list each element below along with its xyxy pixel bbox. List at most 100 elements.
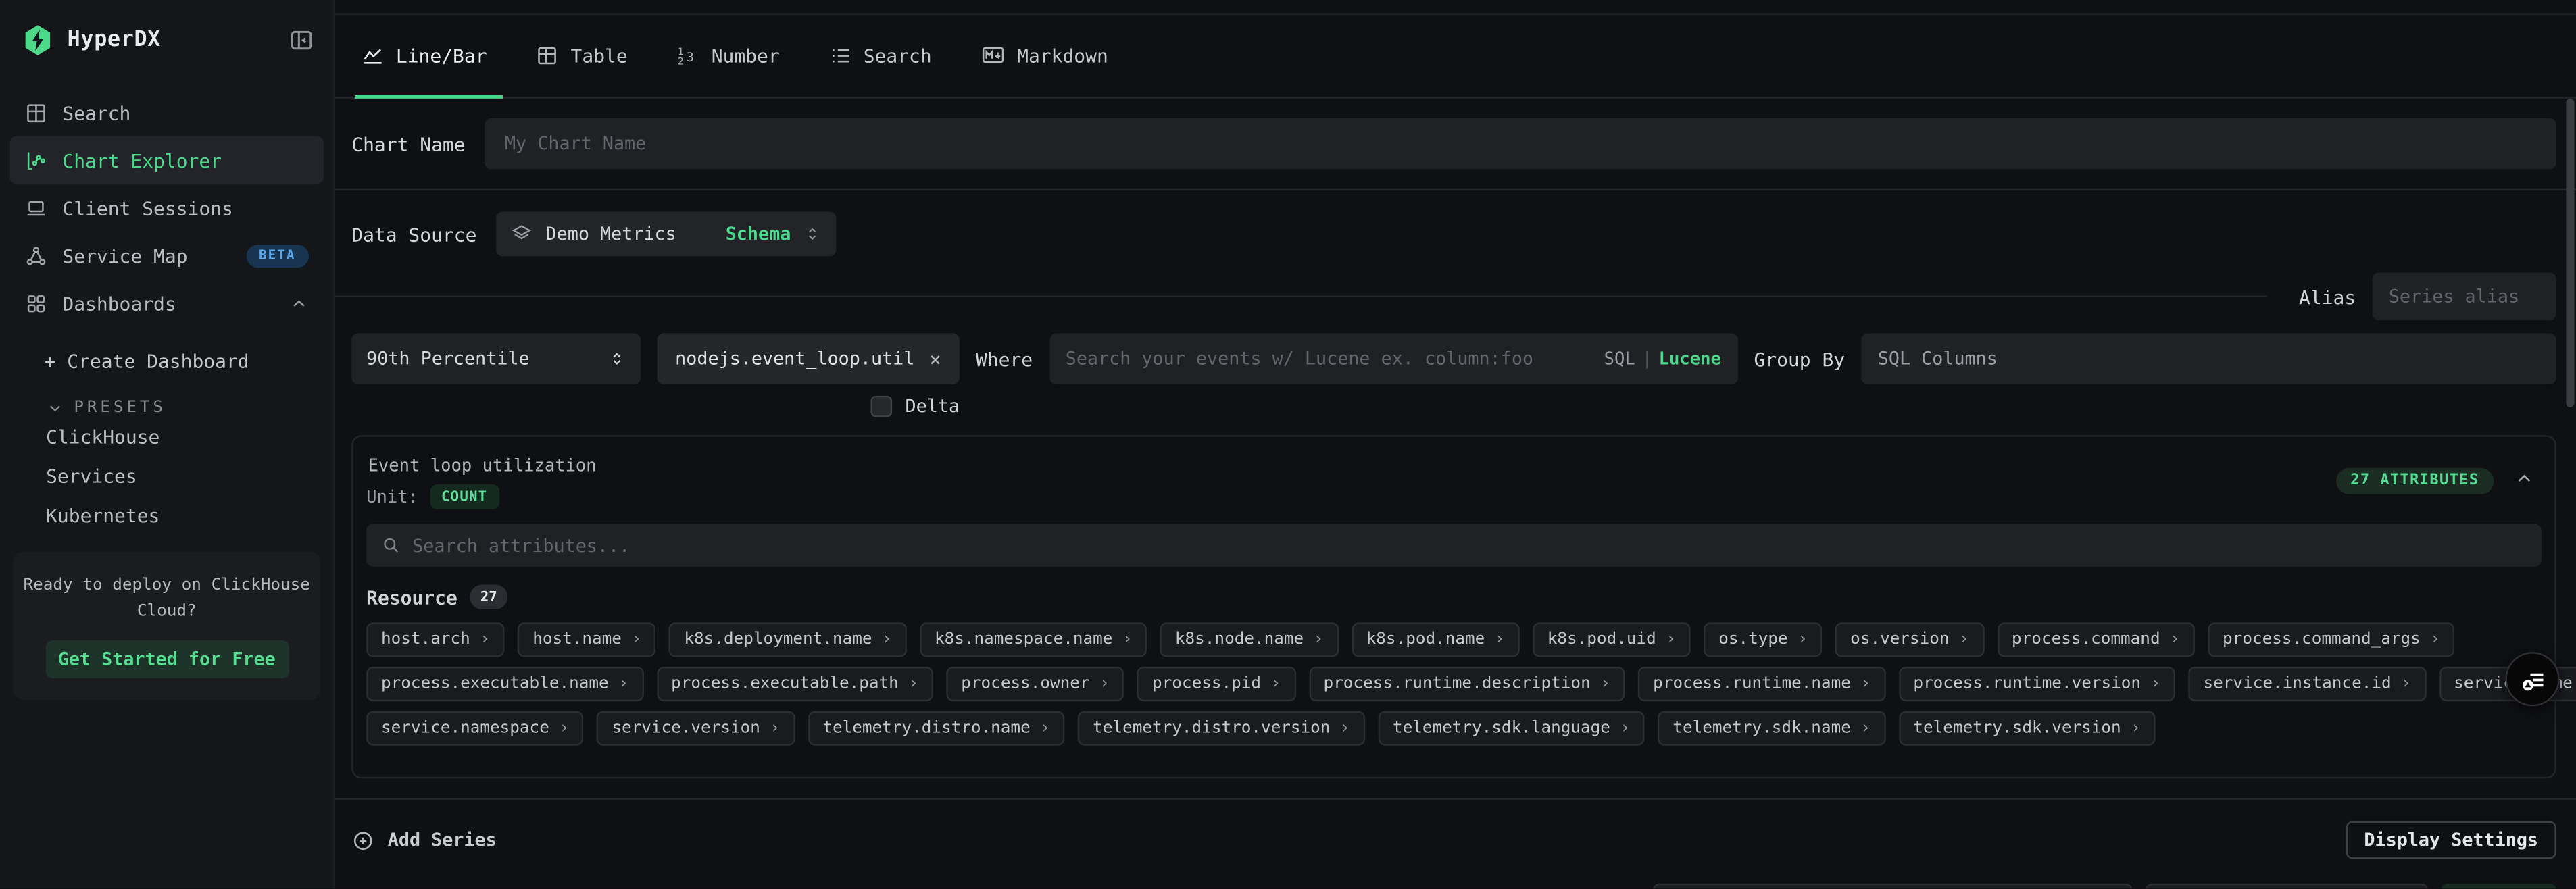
attribute-chip[interactable]: os.version› xyxy=(1835,622,1983,657)
preset-services[interactable]: Services xyxy=(0,457,334,496)
tab-line-bar[interactable]: Line/Bar xyxy=(362,13,487,97)
tab-markdown[interactable]: Markdown xyxy=(981,13,1108,97)
sidebar-item-dashboards[interactable]: Dashboards xyxy=(10,279,324,327)
chart-type-tabs: Line/Bar Table 123 Number Search xyxy=(335,13,2576,98)
app-root: HyperDX Search Chart Explorer xyxy=(0,0,2576,888)
chevron-right-icon: › xyxy=(2401,675,2411,693)
search-nav-icon xyxy=(24,101,47,124)
number-icon: 123 xyxy=(677,43,700,66)
metric-chip[interactable]: nodejs.event_loop.util × xyxy=(657,334,959,384)
presets-header-label: PRESETS xyxy=(74,399,166,417)
tab-number[interactable]: 123 Number xyxy=(677,13,780,97)
attribute-chip[interactable]: process.owner› xyxy=(946,667,1124,701)
attribute-chip[interactable]: k8s.pod.uid› xyxy=(1533,622,1691,657)
sql-toggle[interactable]: SQL xyxy=(1604,349,1635,369)
attribute-chip[interactable]: host.arch› xyxy=(366,622,505,657)
data-source-select[interactable]: Demo Metrics Schema xyxy=(497,212,837,257)
run-button[interactable]: Run xyxy=(2442,884,2556,888)
attribute-chip-row: service.namespace› service.version› teleme… xyxy=(366,711,2542,746)
create-dashboard-button[interactable]: + Create Dashboard xyxy=(0,327,334,373)
attribute-chip[interactable]: telemetry.distro.version› xyxy=(1078,711,1364,746)
chevron-right-icon: › xyxy=(1099,675,1110,693)
sidebar-item-label: Search xyxy=(62,101,130,124)
promo-text: Ready to deploy on ClickHouse Cloud? xyxy=(23,573,310,624)
attribute-chip[interactable]: telemetry.sdk.name› xyxy=(1658,711,1885,746)
sidebar-collapse-icon[interactable] xyxy=(289,27,314,51)
get-started-button[interactable]: Get Started for Free xyxy=(45,640,289,678)
chart-name-input[interactable] xyxy=(485,118,2556,169)
granularity-select[interactable]: Auto Granularity xyxy=(2146,884,2428,888)
attribute-chip[interactable]: telemetry.sdk.language› xyxy=(1378,711,1645,746)
beta-badge: BETA xyxy=(246,244,309,267)
add-series-button[interactable]: Add Series xyxy=(351,828,497,851)
sidebar-item-chart-explorer[interactable]: Chart Explorer xyxy=(10,136,324,184)
attribute-chip[interactable]: telemetry.distro.name › xyxy=(808,711,1064,746)
attribute-chip[interactable]: k8s.pod.name› xyxy=(1352,622,1520,657)
sidebar-item-label: Dashboards xyxy=(62,292,176,315)
tab-table[interactable]: Table xyxy=(536,13,627,97)
attribute-chip[interactable]: os.type› xyxy=(1704,622,1822,657)
alias-input[interactable] xyxy=(2373,273,2556,321)
chevron-right-icon: › xyxy=(1040,719,1050,738)
attribute-chip[interactable]: process.pid› xyxy=(1137,667,1295,701)
attribute-chip[interactable]: process.executable.path› xyxy=(656,667,933,701)
delta-checkbox[interactable] xyxy=(870,396,892,417)
attribute-search-box xyxy=(366,524,2542,567)
tab-label: Search xyxy=(864,43,932,66)
chevron-right-icon: › xyxy=(1959,631,1969,649)
chevron-right-icon: › xyxy=(632,631,642,649)
group-by-input[interactable] xyxy=(1861,334,2556,384)
attribute-chip[interactable]: telemetry.sdk.version› xyxy=(1898,711,2155,746)
collapse-panel-chevron-up-icon[interactable] xyxy=(2514,468,2535,490)
selector-icon xyxy=(804,225,822,243)
chevron-right-icon: › xyxy=(1314,631,1324,649)
add-series-label: Add Series xyxy=(388,830,497,851)
bottom-divider xyxy=(335,798,2576,800)
attribute-chip[interactable]: host.name› xyxy=(518,622,656,657)
attribute-chip-label: telemetry.sdk.language xyxy=(1393,719,1610,738)
attribute-chip[interactable]: k8s.deployment.name› xyxy=(670,622,907,657)
attribute-chip-label: telemetry.distro.name xyxy=(822,719,1030,738)
attribute-chip[interactable]: process.command› xyxy=(1997,622,2195,657)
tab-label: Line/Bar xyxy=(396,43,487,66)
preset-clickhouse[interactable]: ClickHouse xyxy=(0,417,334,456)
attribute-chip-label: host.arch xyxy=(381,631,470,649)
chart-name-label: Chart Name xyxy=(351,132,465,155)
chevron-right-icon: › xyxy=(618,675,628,693)
attribute-chip[interactable]: k8s.node.name› xyxy=(1160,622,1338,657)
attribute-chip[interactable]: process.executable.name› xyxy=(366,667,643,701)
attribute-chip[interactable]: process.runtime.description› xyxy=(1309,667,1625,701)
tab-search[interactable]: Search xyxy=(829,13,932,97)
preset-kubernetes[interactable]: Kubernetes xyxy=(0,496,334,535)
chart-name-row: Chart Name xyxy=(335,118,2576,169)
sidebar-item-service-map[interactable]: Service Map BETA xyxy=(10,232,324,280)
data-source-value: Demo Metrics xyxy=(546,224,676,245)
alias-row: Alias xyxy=(335,273,2576,321)
resource-group-label: Resource xyxy=(366,586,457,609)
aggregation-select[interactable]: 90th Percentile xyxy=(351,334,641,384)
attribute-chip[interactable]: service.version› xyxy=(597,711,795,746)
lucene-toggle[interactable]: Lucene xyxy=(1659,349,1721,369)
feedback-widget-button[interactable] xyxy=(2505,652,2559,706)
attribute-chip[interactable]: k8s.namespace.name› xyxy=(920,622,1147,657)
scrollbar-thumb[interactable] xyxy=(2566,99,2574,407)
search-icon xyxy=(381,536,401,555)
attribute-chip[interactable]: process.command_args› xyxy=(2208,622,2455,657)
sidebar-item-client-sessions[interactable]: Client Sessions xyxy=(10,184,324,232)
attribute-chip[interactable]: service.instance.id› xyxy=(2189,667,2426,701)
schema-link[interactable]: Schema xyxy=(726,224,791,245)
where-search-input[interactable] xyxy=(1066,348,1591,370)
attribute-chip[interactable]: service.namespace› xyxy=(366,711,584,746)
chevron-right-icon: › xyxy=(1495,631,1505,649)
attribute-chip[interactable]: process.runtime.version› xyxy=(1899,667,2176,701)
close-icon[interactable]: × xyxy=(929,347,941,370)
resource-count-badge: 27 xyxy=(470,584,507,609)
sidebar-item-search[interactable]: Search xyxy=(10,88,324,136)
attribute-search-input[interactable] xyxy=(412,534,2527,556)
display-settings-button[interactable]: Display Settings xyxy=(2346,821,2556,859)
attribute-chip-label: process.executable.path xyxy=(671,675,899,693)
presets-header[interactable]: PRESETS xyxy=(0,373,334,417)
time-range-picker[interactable]: Mar 2 12:47:01 - Mar 2 13:47:01 xyxy=(1653,884,2133,888)
chevron-up-icon xyxy=(289,293,309,313)
attribute-chip[interactable]: process.runtime.name› xyxy=(1638,667,1885,701)
